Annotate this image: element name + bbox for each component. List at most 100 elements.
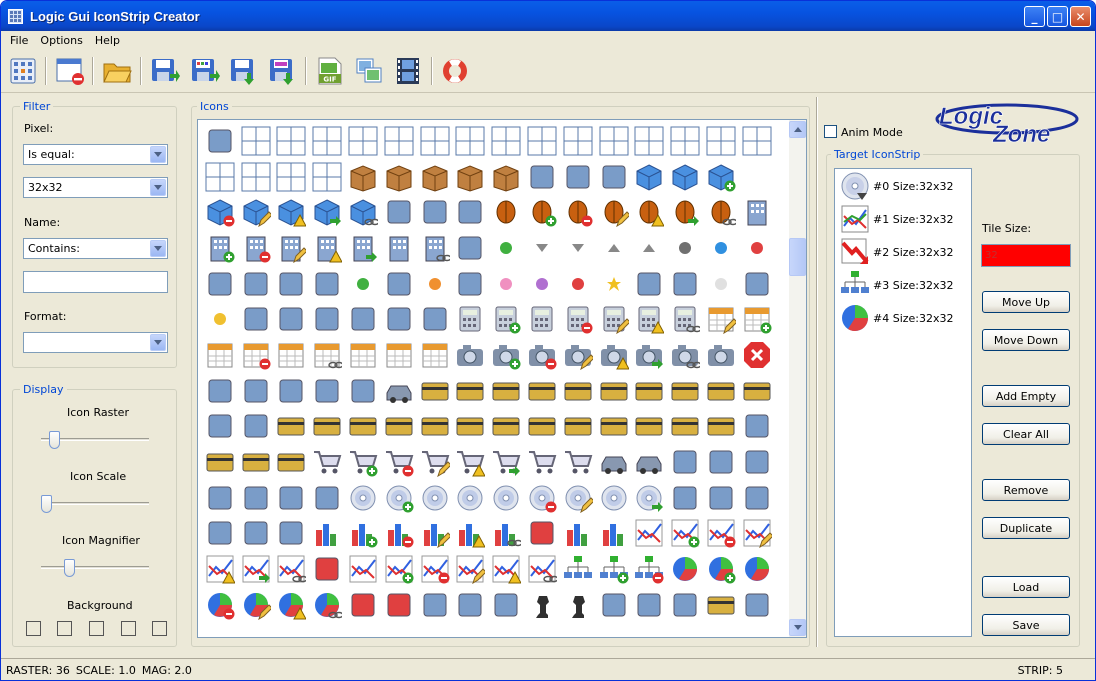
cube-blue-icon[interactable] [632,159,668,195]
building-add-icon[interactable] [202,230,238,266]
head-icon[interactable] [560,159,596,195]
wrench-icon[interactable] [739,266,775,302]
plus-icon[interactable] [667,266,703,302]
chart-up-icon[interactable] [381,587,417,623]
background-swatch-red[interactable] [89,621,104,636]
calendar-10-icon[interactable] [345,337,381,373]
chart-bar-remove-icon[interactable] [381,516,417,552]
dot-purple-icon[interactable] [524,266,560,302]
chart-line-edit-icon[interactable] [739,516,775,552]
vertical-scrollbar[interactable] [789,120,806,637]
card-debit-icon[interactable] [309,409,345,445]
checkerboard-icon[interactable] [417,587,453,623]
cart-remove-icon[interactable] [381,444,417,480]
card-credit-icon[interactable] [274,409,310,445]
chart-zigzag-icon[interactable] [345,587,381,623]
calculator-edit-icon[interactable] [596,301,632,337]
format-select[interactable] [23,332,168,353]
card-solo-icon[interactable] [274,444,310,480]
chart-bar-add-icon[interactable] [345,516,381,552]
strip-item[interactable]: #2 Size:32x32 [840,237,954,267]
check-icon[interactable] [488,587,524,623]
bulb-icon[interactable] [453,230,489,266]
chart-line2-icon[interactable] [345,551,381,587]
chart-line-link-icon[interactable] [274,551,310,587]
org-chart-icon[interactable] [560,551,596,587]
building-warning-icon[interactable] [309,230,345,266]
calendar-edit-icon[interactable] [703,301,739,337]
org-chart-remove-icon[interactable] [632,551,668,587]
add-empty-button[interactable]: Add Empty [982,385,1070,407]
icon-scale-slider[interactable] [41,493,149,513]
chart-line-add-icon[interactable] [667,516,703,552]
card-echeck-icon[interactable] [417,409,453,445]
grid-frame-icon[interactable] [202,159,238,195]
camera-small-icon[interactable] [703,337,739,373]
disk-small-icon[interactable] [202,266,238,302]
anim-mode-checkbox[interactable] [824,125,837,138]
crosshair-icon[interactable] [703,480,739,516]
cart-icon[interactable] [309,444,345,480]
dot-red-icon[interactable] [739,230,775,266]
grid-frame-icon[interactable] [667,123,703,159]
cancel-red-icon[interactable] [739,337,775,373]
thermometer-icon[interactable] [667,480,703,516]
cake-icon[interactable] [417,301,453,337]
card-blank-icon[interactable] [453,373,489,409]
camera-icon[interactable] [453,337,489,373]
icon-browser[interactable] [197,119,807,638]
bug-go-icon[interactable] [667,194,703,230]
grid-frame-icon[interactable] [703,123,739,159]
card-green-ipod-icon[interactable] [667,409,703,445]
cd-add-icon[interactable] [381,480,417,516]
bug-remove-icon[interactable] [560,194,596,230]
cd-burn-icon[interactable] [417,480,453,516]
chevron-down-icon[interactable] [150,334,166,351]
box-green-icon[interactable] [417,159,453,195]
cube-link-icon[interactable] [345,194,381,230]
card-gold2-icon[interactable] [596,409,632,445]
cart-edit-icon[interactable] [417,444,453,480]
load-button[interactable]: Load [982,576,1070,598]
chart-bar-icon[interactable] [309,516,345,552]
calendar-red-icon[interactable] [202,337,238,373]
cash-register-icon[interactable] [667,444,703,480]
scroll-up-button[interactable] [789,121,806,138]
scroll-thumb[interactable] [789,238,806,276]
grid-frame-icon[interactable] [238,123,274,159]
chart-pie-warning-icon[interactable] [274,587,310,623]
cube-remove-icon[interactable] [202,194,238,230]
chart-bar-3d-icon[interactable] [560,516,596,552]
building-edit-icon[interactable] [274,230,310,266]
cd-burn2-icon[interactable] [596,480,632,516]
calculator-add-icon[interactable] [488,301,524,337]
bug-link-icon[interactable] [703,194,739,230]
triangle-down-icon[interactable] [560,230,596,266]
name-operator-select[interactable]: Contains: [23,238,168,259]
grid-frame-icon[interactable] [488,123,524,159]
duplicate-button[interactable]: Duplicate [982,517,1070,539]
save-button[interactable]: Save [982,614,1070,636]
minimize-button[interactable]: _ [1024,6,1045,27]
candle-icon[interactable] [202,373,238,409]
clear-all-button[interactable]: Clear All [982,423,1070,445]
chart-bar-edit-icon[interactable] [417,516,453,552]
move-arrows-icon[interactable] [345,373,381,409]
star-icon[interactable] [596,266,632,302]
cash-register2-icon[interactable] [703,444,739,480]
picture-small-icon[interactable] [453,266,489,302]
camera-remove-icon[interactable] [524,337,560,373]
chart-line2-link-icon[interactable] [524,551,560,587]
cubes-colors-icon[interactable] [667,159,703,195]
chart-bar-flat-icon[interactable] [596,516,632,552]
chart-line2-add-icon[interactable] [381,551,417,587]
dollar-bill-icon[interactable] [739,409,775,445]
bug-warning-icon[interactable] [632,194,668,230]
bug-icon[interactable] [488,194,524,230]
org-chart-add-icon[interactable] [596,551,632,587]
grid-frame-icon[interactable] [274,159,310,195]
box-open-icon[interactable] [488,159,524,195]
grid-frame-icon[interactable] [632,123,668,159]
chart-pie-icon[interactable] [667,551,703,587]
building-key-icon[interactable] [381,230,417,266]
